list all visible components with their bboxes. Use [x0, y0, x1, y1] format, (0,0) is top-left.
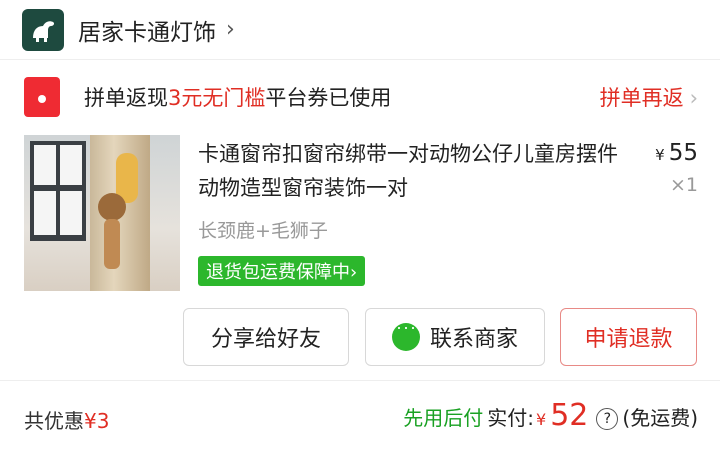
product-title[interactable]: 卡通窗帘扣窗帘绑带一对动物公仔儿童房摆件动物造型窗帘装饰一对	[198, 137, 618, 205]
window-graphic	[30, 141, 86, 241]
chevron-right-icon: ›	[689, 86, 698, 110]
product-spec: 长颈鹿+毛狮子	[198, 220, 328, 242]
red-envelope-icon	[24, 77, 60, 117]
contact-merchant-label: 联系商家	[429, 326, 518, 351]
question-circle-icon[interactable]: ?	[596, 408, 619, 430]
product-quantity: ×1	[669, 174, 698, 196]
shop-name[interactable]: 居家卡通灯饰	[78, 13, 216, 47]
dinosaur-logo-icon	[22, 8, 64, 51]
contact-merchant-button[interactable]: 联系商家	[365, 308, 545, 366]
coupon-prefix: 拼单返现	[84, 86, 168, 110]
lion-toy-head-graphic	[98, 193, 126, 221]
shipping-note: (免运费)	[622, 406, 698, 430]
paid-label: 实付:	[487, 406, 535, 430]
price-currency: ¥	[655, 146, 665, 164]
payment-summary: 先用后付 实付: ¥ 52 ? (免运费)	[403, 398, 698, 433]
divider	[0, 380, 720, 381]
group-rebate-link[interactable]: 拼单再返 ›	[600, 82, 698, 112]
shop-header[interactable]: 居家卡通灯饰 ›	[0, 0, 720, 60]
coupon-suffix: 平台券已使用	[265, 86, 392, 110]
discount-label: 共优惠	[24, 409, 84, 433]
price-value: 55	[668, 140, 698, 166]
paid-currency: ¥	[536, 410, 547, 429]
total-discount: 共优惠¥3	[24, 405, 109, 434]
product-image[interactable]	[24, 135, 180, 291]
group-rebate-label[interactable]: 拼单再返	[600, 86, 684, 110]
return-shipping-guarantee-badge[interactable]: 退货包运费保障中›	[198, 256, 366, 286]
coupon-bar: 拼单返现3元无门槛平台券已使用 拼单再返 ›	[0, 66, 720, 128]
coupon-text: 拼单返现3元无门槛平台券已使用	[84, 82, 391, 112]
chat-bubble-icon	[391, 317, 420, 351]
share-to-friend-button[interactable]: 分享给好友	[183, 308, 349, 366]
paid-amount: 52	[550, 398, 589, 433]
coupon-amount: 3元无门槛	[168, 86, 266, 110]
request-refund-button[interactable]: 申请退款	[560, 308, 697, 366]
product-price: ¥55	[655, 140, 698, 166]
chevron-right-icon[interactable]: ›	[226, 17, 235, 42]
discount-value: ¥3	[84, 409, 110, 433]
pay-later-label: 先用后付	[403, 406, 484, 430]
lion-toy-body-graphic	[104, 219, 120, 269]
